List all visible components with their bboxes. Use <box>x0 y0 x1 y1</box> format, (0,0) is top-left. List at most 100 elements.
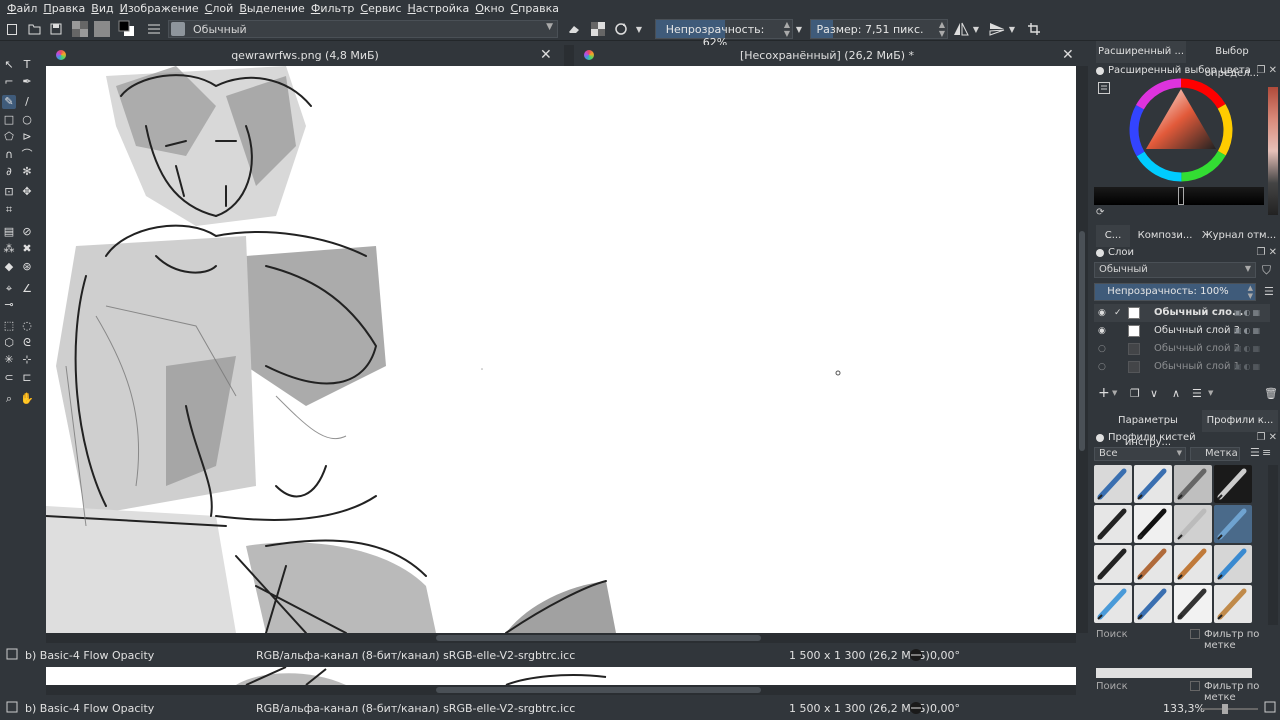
eraser-icon[interactable] <box>565 20 583 38</box>
brush-tag-button[interactable]: Метка <box>1190 447 1240 461</box>
brush-preset-tile[interactable] <box>1174 465 1212 503</box>
edit-shapes-icon[interactable]: ⌐ <box>2 75 16 89</box>
chevron-down-icon[interactable]: ▼ <box>1208 389 1213 397</box>
float-close-icon[interactable]: ❐ ✕ <box>1256 245 1277 261</box>
gradient-swatch-icon[interactable] <box>71 20 89 38</box>
spin-arrows-icon[interactable]: ▲ ▼ <box>784 20 790 38</box>
menu-select[interactable]: Выделение <box>236 2 308 15</box>
brush-preset-tile[interactable] <box>1174 545 1212 583</box>
mirror-horizontal-icon[interactable] <box>952 20 970 38</box>
mirror-vertical-icon[interactable] <box>988 20 1006 38</box>
layer-menu-icon[interactable]: ☰ <box>1192 387 1202 400</box>
layer-row[interactable]: ◉ ✓ Обычный сло... ▣◐▦ <box>1094 304 1270 322</box>
tab-tool-options[interactable]: Параметры инстру... <box>1096 410 1200 448</box>
color-settings-icon[interactable] <box>1098 82 1110 97</box>
menu-filter[interactable]: Фильтр <box>308 2 358 15</box>
check-icon[interactable]: ✓ <box>1114 304 1124 322</box>
transform-tool-icon[interactable]: ⊡ <box>2 185 16 199</box>
calligraphy-icon[interactable]: ✒ <box>20 75 34 89</box>
menu-view[interactable]: Вид <box>88 2 116 15</box>
delete-layer-icon[interactable]: 🗑 <box>1264 387 1278 400</box>
filter-tag-checkbox[interactable] <box>1190 629 1200 639</box>
open-folder-icon[interactable] <box>25 20 43 38</box>
brush-filter-select[interactable]: Все ▼ <box>1094 447 1186 461</box>
smart-patch-icon[interactable]: ✖ <box>20 242 34 256</box>
tab-unsaved[interactable]: [Несохранённый] (26,2 МиБ) * ✕ <box>574 45 1080 66</box>
brush-preset-tile[interactable] <box>1094 465 1132 503</box>
crop-tool-icon[interactable]: ⌗ <box>2 203 16 217</box>
brush-preset-tile[interactable] <box>1214 465 1252 503</box>
move-down-icon[interactable]: ∨ <box>1150 387 1158 400</box>
brush-preset-tile[interactable] <box>1174 505 1212 543</box>
dynamic-brush-icon[interactable]: ∂ <box>2 165 16 179</box>
bezier-tool-icon[interactable]: ∩ <box>2 148 16 162</box>
fill-tool-icon[interactable]: ◆ <box>2 260 16 274</box>
tab-brush-presets[interactable]: Профили к... <box>1202 410 1278 432</box>
horizontal-scrollbar[interactable] <box>46 685 1076 695</box>
scrollbar-thumb[interactable] <box>436 635 761 641</box>
reference-tool-icon[interactable]: ⊸ <box>2 298 16 312</box>
brush-preset-tile[interactable] <box>1174 585 1212 623</box>
canvas[interactable] <box>46 66 1076 633</box>
reload-preset-icon[interactable] <box>612 20 630 38</box>
gradient-tool-icon[interactable]: ▤ <box>2 225 16 239</box>
menu-image[interactable]: Изображение <box>117 2 202 15</box>
pattern-swatch-icon[interactable] <box>93 20 111 38</box>
zoom-slider-handle[interactable] <box>1222 704 1228 714</box>
freehand-select-icon[interactable]: ᘓ <box>20 336 34 350</box>
line-tool-icon[interactable]: / <box>20 95 34 109</box>
select-shapes-icon[interactable]: ↖ <box>2 58 16 72</box>
menu-tools[interactable]: Сервис <box>357 2 404 15</box>
close-icon[interactable]: ✕ <box>1062 47 1074 63</box>
lock-alpha-icon[interactable]: ▣◐▦ <box>1234 304 1262 322</box>
chevron-down-icon[interactable]: ▼ <box>970 20 982 38</box>
eye-icon[interactable]: ◉ <box>1098 304 1108 322</box>
zoom-icon[interactable] <box>1264 701 1276 716</box>
ellipse-select-icon[interactable]: ◌ <box>20 319 34 333</box>
close-icon[interactable]: ✕ <box>540 47 552 63</box>
horizontal-scrollbar[interactable] <box>46 633 1076 643</box>
zoom-slider[interactable] <box>1202 708 1258 710</box>
brush-preset-tile[interactable] <box>1214 585 1252 623</box>
eye-off-icon[interactable]: ○ <box>1098 358 1108 376</box>
brush-search-label[interactable]: Поиск <box>1096 629 1128 640</box>
tab-specific-color[interactable]: Выбор определ... <box>1188 41 1276 79</box>
rectangle-tool-icon[interactable]: □ <box>2 113 16 127</box>
vertical-scrollbar[interactable] <box>1076 66 1088 633</box>
scrollbar-thumb[interactable] <box>1079 231 1085 451</box>
freehand-path-icon[interactable]: ⌒ <box>20 148 34 162</box>
brush-preset-tile[interactable] <box>1094 545 1132 583</box>
similar-select-icon[interactable]: ⊹ <box>20 353 34 367</box>
refresh-icon[interactable]: ⟳ <box>1096 207 1104 218</box>
color-picker-icon[interactable]: ⊘ <box>20 225 34 239</box>
move-up-icon[interactable]: ∧ <box>1172 387 1180 400</box>
chevron-down-icon[interactable]: ▼ <box>1006 20 1018 38</box>
menu-icon[interactable]: ☰ <box>1264 285 1274 298</box>
chevron-down-icon[interactable]: ▼ <box>793 20 805 38</box>
brush-preset-tile[interactable] <box>1134 585 1172 623</box>
eye-icon[interactable]: ◉ <box>1098 322 1108 340</box>
ellipse-tool-icon[interactable]: ○ <box>20 113 34 127</box>
tab-s[interactable]: С... <box>1096 225 1130 247</box>
brush-search-label[interactable]: Поиск <box>1096 681 1128 692</box>
brush-preset-tile[interactable] <box>1134 545 1172 583</box>
color-wheel[interactable] <box>1128 77 1234 183</box>
tab-qewrawrfws[interactable]: qewrawrfws.png (4,8 МиБ) ✕ <box>46 45 564 66</box>
preserve-alpha-icon[interactable] <box>589 20 607 38</box>
tab-compositions[interactable]: Компози... <box>1132 225 1198 247</box>
brush-preset-tile[interactable] <box>1134 505 1172 543</box>
menu-window[interactable]: Окно <box>472 2 507 15</box>
brush-preset-tile[interactable] <box>1094 505 1132 543</box>
float-close-icon[interactable]: ❐ ✕ <box>1256 63 1277 79</box>
menu-file[interactable]: Файл <box>4 2 40 15</box>
brush-preset-tile[interactable] <box>1134 465 1172 503</box>
spin-arrows-icon[interactable]: ▲ ▼ <box>939 20 945 38</box>
magnetic-select-icon[interactable]: ⊏ <box>20 371 34 385</box>
polyline-tool-icon[interactable]: ⊳ <box>20 130 34 144</box>
size-slider[interactable]: Размер: 7,51 пикс. ▲ ▼ <box>810 19 948 39</box>
color-palette-strip[interactable] <box>1268 87 1278 215</box>
duplicate-layer-icon[interactable]: ❐ <box>1130 387 1140 400</box>
wrap-around-icon[interactable] <box>1025 20 1043 38</box>
menu-settings[interactable]: Настройка <box>405 2 473 15</box>
contiguous-select-icon[interactable]: ✳ <box>2 353 16 367</box>
